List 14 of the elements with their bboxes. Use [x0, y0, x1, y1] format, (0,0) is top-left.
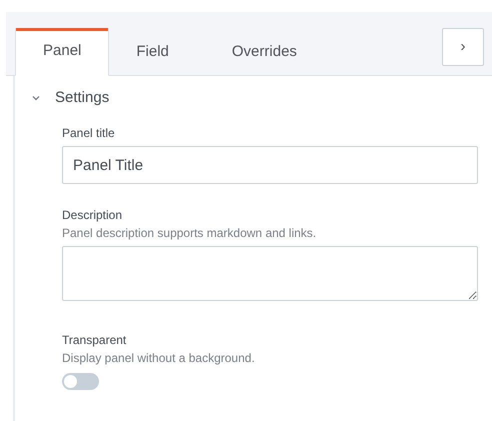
- chevron-icon[interactable]: [31, 93, 41, 103]
- tab[interactable]: Overrides: [204, 28, 333, 76]
- section-title: Settings: [55, 88, 110, 108]
- input-field[interactable]: Panel Title: [62, 146, 478, 184]
- tab[interactable]: Panel: [15, 28, 110, 76]
- help-text: Display panel without a background.: [62, 350, 256, 367]
- field-label: Description: [62, 207, 124, 224]
- collapse-button[interactable]: ›: [442, 28, 484, 66]
- help-text: Panel description supports markdown and links.: [62, 225, 318, 242]
- field-label: Panel title: [62, 125, 116, 142]
- field-label: Transparent: [62, 332, 128, 349]
- toggle-switch[interactable]: [62, 373, 99, 390]
- tab[interactable]: Field: [109, 28, 205, 76]
- textarea-field[interactable]: [62, 246, 478, 301]
